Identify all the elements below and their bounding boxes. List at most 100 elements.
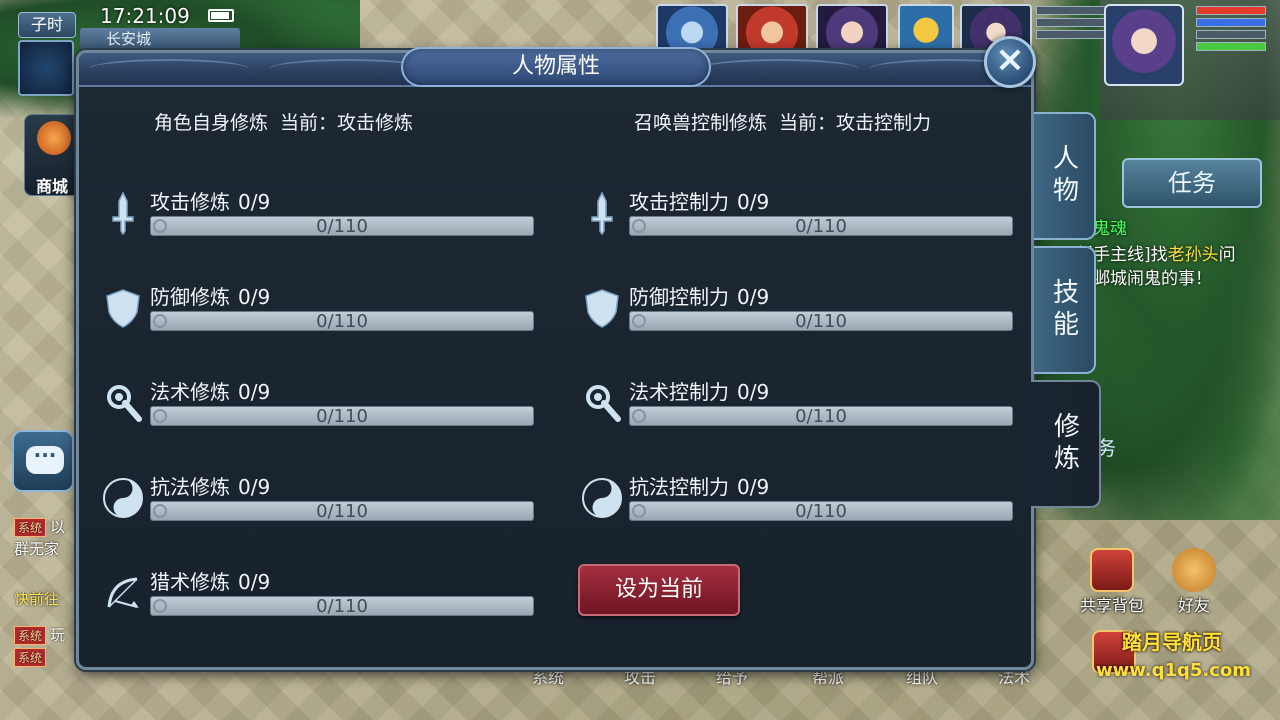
- chat-bubble-icon: ···: [26, 445, 64, 474]
- pet-cultivation-header: 召唤兽控制修炼 当前：攻击控制力: [634, 108, 931, 135]
- tab-character[interactable]: 人物: [1034, 112, 1096, 240]
- cultivation-name: 攻击控制力 0/9: [629, 190, 770, 214]
- cultivation-name: 法术修炼 0/9: [150, 380, 271, 404]
- cultivation-item-defense[interactable]: 防御修炼 0/9 0/110: [100, 281, 540, 345]
- player-avatar[interactable]: [1104, 4, 1184, 86]
- shared-backpack-button[interactable]: 共享背包: [1080, 548, 1144, 615]
- chat-text: 玩: [50, 626, 66, 644]
- cultivation-level: 0/9: [238, 285, 271, 309]
- chat-text: 快前往: [14, 590, 60, 608]
- progress-text: 0/110: [795, 216, 847, 237]
- magic-staff-icon: [100, 380, 146, 426]
- chat-button[interactable]: ···: [12, 430, 74, 492]
- chat-line: 系统玩: [14, 624, 65, 645]
- progress-text: 0/110: [316, 596, 368, 617]
- rage-bar: [1196, 30, 1266, 39]
- hp-bar: [1196, 6, 1266, 15]
- cultivation-name: 法术控制力 0/9: [629, 380, 770, 404]
- cultivation-name: 防御修炼 0/9: [150, 285, 271, 309]
- cultivation-progress-bar: 0/110: [629, 406, 1013, 427]
- section-label: 召唤兽控制修炼: [634, 112, 768, 134]
- chat-line: 系统以: [14, 516, 65, 537]
- cultivation-item-attack[interactable]: 攻击修炼 0/9 0/110: [100, 186, 540, 250]
- location-name[interactable]: 长安城: [80, 28, 240, 50]
- shield-icon: [100, 285, 146, 331]
- battery-icon: [208, 9, 234, 22]
- progress-text: 0/110: [795, 406, 847, 427]
- cultivation-name: 抗法控制力 0/9: [629, 475, 770, 499]
- task-button[interactable]: 任务: [1122, 158, 1262, 208]
- shop-label: 商城: [35, 177, 68, 196]
- cultivation-progress-bar: 0/110: [150, 596, 534, 617]
- ornament-decoration: [89, 59, 249, 79]
- magic-staff-icon: [579, 380, 625, 426]
- party-member-avatar[interactable]: [656, 4, 728, 52]
- cultivation-item-magic[interactable]: 法术修炼 0/9 0/110: [100, 376, 540, 440]
- cultivation-name: 攻击修炼 0/9: [150, 190, 271, 214]
- friends-button[interactable]: 好友: [1162, 548, 1226, 615]
- game-time-tag: 子时: [18, 12, 76, 38]
- system-clock: 17:21:09: [100, 4, 190, 28]
- ornament-decoration: [699, 59, 859, 79]
- pet-status-bars: [1036, 6, 1108, 42]
- treasure-chest-icon: [1090, 548, 1134, 592]
- handshake-icon: [1172, 548, 1216, 592]
- cultivation-name: 防御控制力 0/9: [629, 285, 770, 309]
- cultivation-item-hunting[interactable]: 猎术修炼 0/9 0/110: [100, 566, 540, 630]
- task-text: 问: [1218, 245, 1236, 265]
- task-line[interactable]: 建邺城闹鬼的事！: [1076, 264, 1212, 289]
- task-line[interactable]: 新手主线]找老孙头问: [1076, 240, 1236, 265]
- chat-line: 系统: [14, 648, 50, 667]
- chat-channel-tag: 系统: [14, 626, 47, 645]
- bow-icon: [100, 570, 146, 616]
- friends-label: 好友: [1177, 596, 1210, 615]
- close-icon[interactable]: ×: [984, 36, 1036, 88]
- progress-text: 0/110: [316, 311, 368, 332]
- chat-text: 群无家: [14, 540, 60, 558]
- tab-cultivation[interactable]: 修炼: [1031, 380, 1101, 508]
- cultivation-item-resist[interactable]: 抗法修炼 0/9 0/110: [100, 471, 540, 535]
- exp-bar: [1196, 42, 1266, 51]
- party-member-avatar[interactable]: [816, 4, 888, 52]
- cultivation-level: 0/9: [737, 380, 770, 404]
- pet-cultivation-item-magic[interactable]: 法术控制力 0/9 0/110: [579, 376, 1019, 440]
- cultivation-progress-bar: 0/110: [150, 216, 534, 237]
- progress-text: 0/110: [795, 311, 847, 332]
- cultivation-name: 猎术修炼 0/9: [150, 570, 271, 594]
- chat-channel-tag: 系统: [14, 648, 47, 667]
- chat-line[interactable]: 快前往: [14, 588, 59, 609]
- cultivation-name: 抗法修炼 0/9: [150, 475, 271, 499]
- progress-text: 0/110: [316, 216, 368, 237]
- minimap[interactable]: [18, 40, 74, 96]
- mp-bar: [1196, 18, 1266, 27]
- cultivation-level: 0/9: [737, 475, 770, 499]
- cultivation-level: 0/9: [737, 190, 770, 214]
- cultivation-level: 0/9: [238, 380, 271, 404]
- progress-text: 0/110: [316, 501, 368, 522]
- set-current-button[interactable]: 设为当前: [578, 564, 740, 616]
- sword-icon: [100, 190, 146, 236]
- watermark-title: 踏月导航页: [1122, 630, 1222, 654]
- watermark-url: www.q1q5.com: [1096, 660, 1252, 681]
- self-cultivation-header: 角色自身修炼 当前：攻击修炼: [154, 108, 413, 135]
- tab-skills[interactable]: 技能: [1034, 246, 1096, 374]
- shop-button[interactable]: 商城: [24, 114, 80, 196]
- pet-cultivation-item-defense[interactable]: 防御控制力 0/9 0/110: [579, 281, 1019, 345]
- dialog-title: 人物属性: [401, 47, 711, 87]
- cultivation-progress-bar: 0/110: [150, 311, 534, 332]
- cultivation-level: 0/9: [238, 570, 271, 594]
- shop-icon: [37, 121, 71, 155]
- section-label: 角色自身修炼: [154, 112, 269, 134]
- cultivation-progress-bar: 0/110: [629, 311, 1013, 332]
- cultivation-level: 0/9: [238, 190, 271, 214]
- pet-avatar[interactable]: [898, 4, 954, 52]
- pet-cultivation-item-resist[interactable]: 抗法控制力 0/9 0/110: [579, 471, 1019, 535]
- task-npc-name: 老孙头: [1167, 245, 1219, 265]
- sword-icon: [579, 190, 625, 236]
- party-member-avatar[interactable]: [736, 4, 808, 52]
- section-current: 当前：攻击控制力: [779, 112, 932, 134]
- pet-cultivation-item-attack[interactable]: 攻击控制力 0/9 0/110: [579, 186, 1019, 250]
- progress-text: 0/110: [795, 501, 847, 522]
- shared-backpack-label: 共享背包: [1079, 596, 1144, 615]
- chat-line: 群无家: [14, 538, 59, 559]
